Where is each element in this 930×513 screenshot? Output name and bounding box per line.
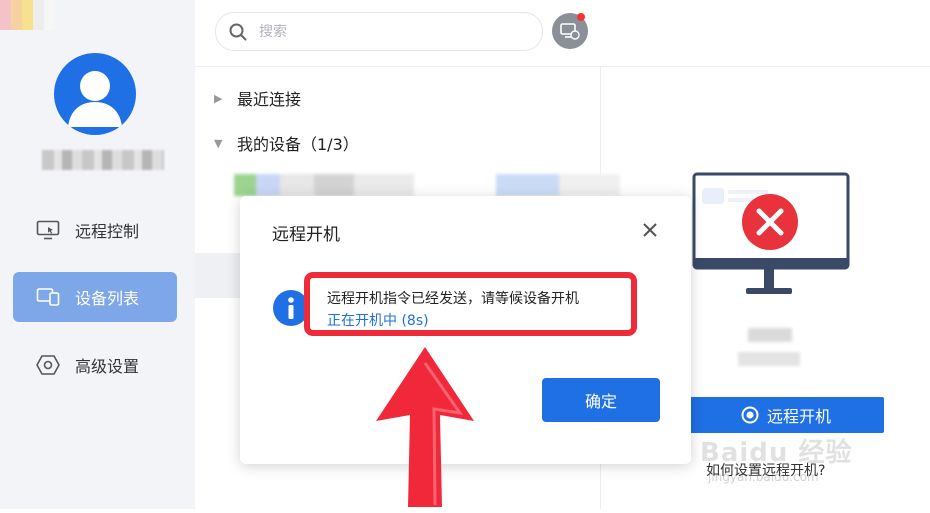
add-device-button[interactable] (552, 13, 588, 49)
notification-dot (577, 13, 585, 21)
tree-group-label: 我的设备（1/3） (237, 135, 359, 154)
divider (195, 66, 930, 67)
avatar[interactable] (54, 53, 136, 135)
caret-right-icon: ▶ (214, 91, 223, 105)
wake-help-link[interactable]: 如何设置远程开机? (706, 460, 825, 480)
device-id-blurred (738, 352, 800, 366)
sidebar: 远程控制 设备列表 高级设置 (0, 0, 195, 509)
remote-control-icon (35, 219, 61, 241)
sidebar-item-label: 设备列表 (75, 289, 140, 308)
device-row-blurred[interactable] (234, 174, 620, 196)
tree-group-label: 最近连接 (237, 90, 302, 109)
confirm-button[interactable]: 确定 (542, 378, 660, 422)
search-icon (229, 23, 247, 41)
advanced-settings-icon (35, 354, 61, 376)
sidebar-item-advanced-settings[interactable]: 高级设置 (13, 340, 177, 390)
remote-wake-label: 远程开机 (766, 407, 831, 426)
close-button[interactable] (638, 218, 662, 242)
close-icon (643, 223, 657, 237)
dialog-title: 远程开机 (272, 225, 340, 245)
user-icon (68, 71, 122, 127)
sidebar-item-device-list[interactable]: 设备列表 (13, 272, 177, 322)
device-list-icon (35, 286, 61, 308)
annotation-highlight-box (304, 272, 637, 336)
tree-group-my-devices[interactable]: ▼ 我的设备（1/3） (214, 131, 359, 155)
tree-group-recent[interactable]: ▶ 最近连接 (214, 86, 301, 110)
sidebar-item-label: 远程控制 (75, 222, 140, 241)
power-icon (741, 406, 759, 424)
remote-wake-button[interactable]: 远程开机 (688, 397, 884, 433)
username-blurred (42, 150, 164, 170)
search-input[interactable] (257, 22, 511, 41)
device-name-blurred (748, 328, 792, 342)
annotation-arrow (372, 345, 478, 513)
device-add-icon (560, 23, 580, 40)
offline-monitor-illustration (692, 172, 852, 302)
blurred-logo (0, 0, 66, 30)
caret-down-icon: ▼ (214, 136, 223, 150)
sidebar-item-remote-control[interactable]: 远程控制 (13, 205, 177, 255)
sidebar-item-label: 高级设置 (75, 357, 140, 376)
search-box[interactable] (215, 12, 543, 51)
